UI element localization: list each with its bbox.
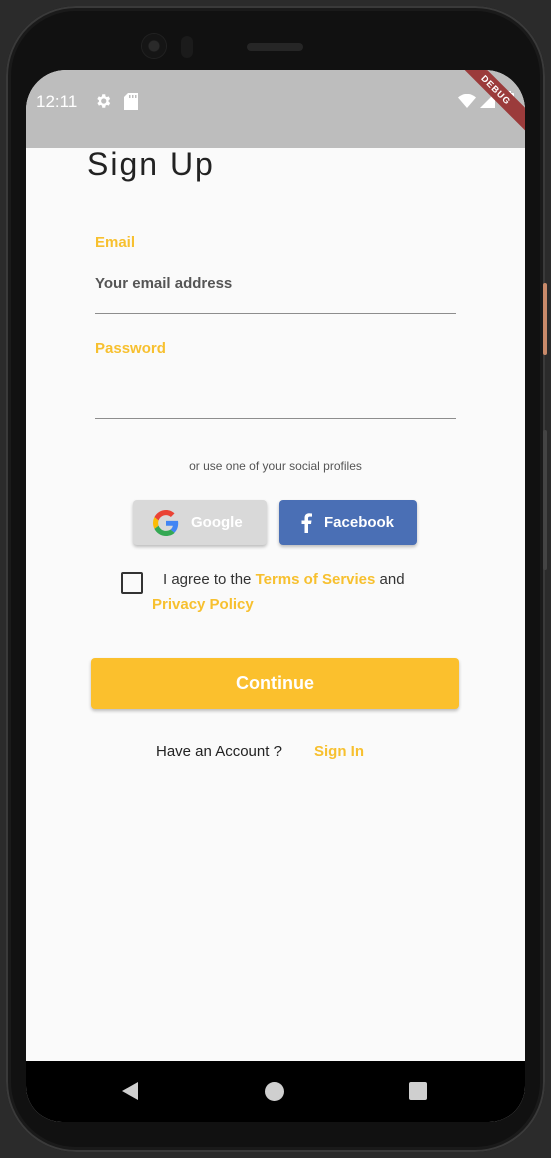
front-camera [142,34,166,58]
agree-checkbox[interactable] [121,572,143,594]
proximity-sensor [181,36,193,58]
google-button-label: Google [191,514,243,531]
volume-button [543,430,547,570]
agreement-text-line2: Privacy Policy [152,596,254,613]
power-button [543,283,547,355]
facebook-signin-button[interactable]: Facebook [279,500,417,545]
password-label: Password [95,340,166,357]
status-time: 12:11 [36,92,78,111]
email-underline [95,313,456,314]
continue-button[interactable]: Continue [91,658,459,709]
status-bar: 12:11 DEBUG [26,70,525,148]
page-title: Sign Up [87,146,215,182]
app-screen: 12:11 DEBUG Sign Up Email Password or us… [26,70,525,1122]
agreement-prefix: I agree to the [163,571,256,588]
password-field[interactable] [95,376,456,406]
sd-card-icon [124,93,138,115]
recents-icon[interactable] [409,1082,427,1100]
email-field[interactable] [95,268,456,298]
google-signin-button[interactable]: Google [133,500,267,545]
agreement-text: I agree to the Terms of Servies and [163,571,405,588]
agreement-middle: and [375,571,405,588]
privacy-link[interactable]: Privacy Policy [152,596,254,613]
social-caption: or use one of your social profiles [189,459,362,473]
password-underline [95,418,456,419]
terms-link[interactable]: Terms of Servies [256,571,376,588]
facebook-icon [300,512,312,533]
email-label: Email [95,234,136,251]
facebook-button-label: Facebook [324,514,395,531]
earpiece-speaker [247,43,303,51]
home-icon[interactable] [265,1082,284,1101]
gear-icon [94,92,112,115]
google-icon [153,509,179,536]
have-account-text: Have an Account ? [156,743,282,760]
navigation-bar [26,1061,525,1122]
back-icon[interactable] [122,1082,138,1100]
sign-in-link[interactable]: Sign In [314,743,364,760]
wifi-icon [458,93,476,113]
